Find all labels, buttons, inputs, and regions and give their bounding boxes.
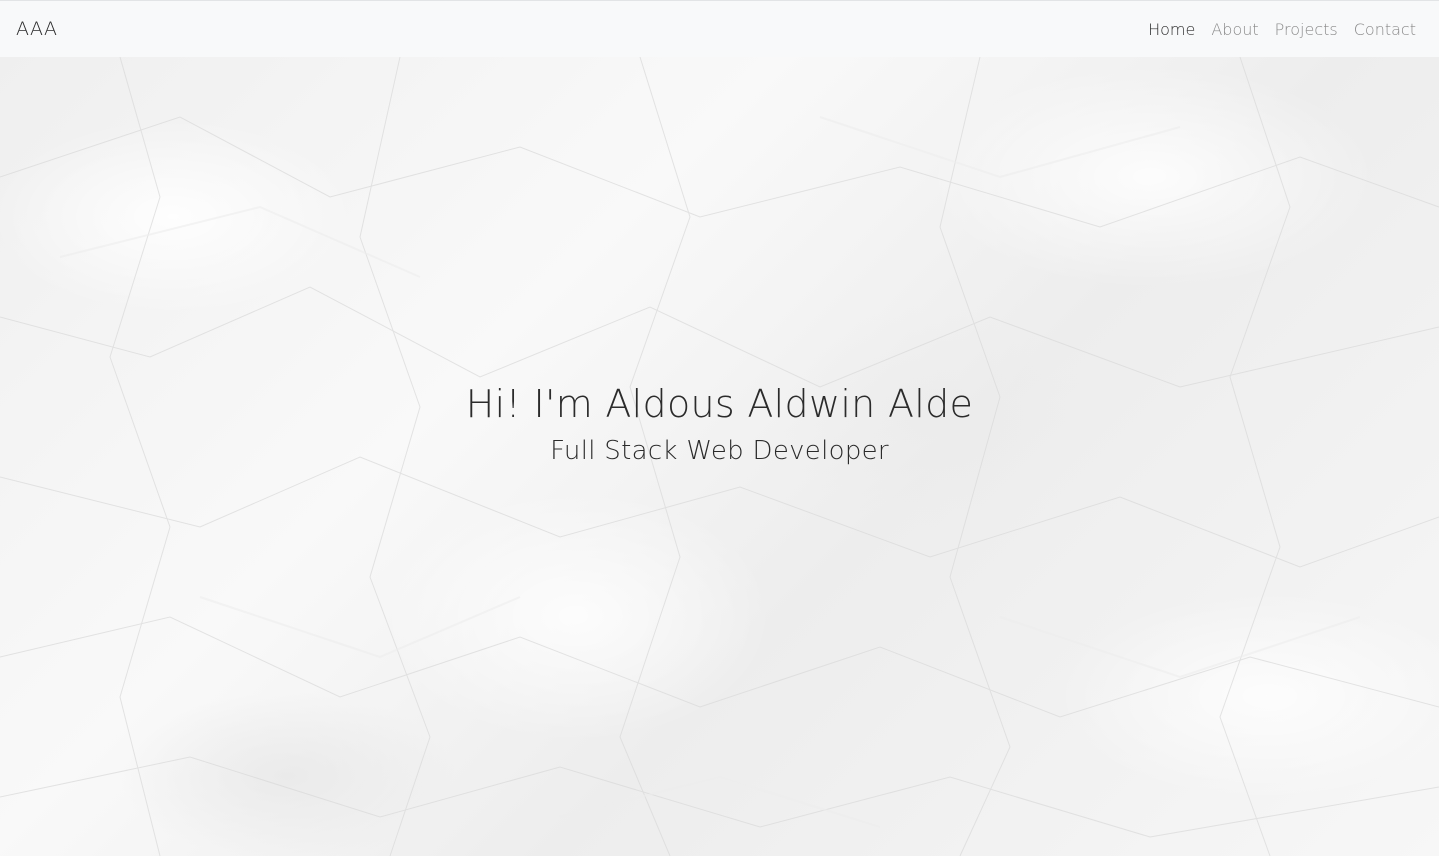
page: AAA Home About Projects Contact Hi! I'm … [0,0,1439,856]
nav-link-projects[interactable]: Projects [1267,20,1346,39]
hero-title: Hi! I'm Aldous Aldwin Alde [465,382,974,426]
navbar: AAA Home About Projects Contact [0,0,1439,57]
hero-content: Hi! I'm Aldous Aldwin Alde Full Stack We… [0,380,1439,474]
brand-logo[interactable]: AAA [16,18,58,40]
nav-link-home[interactable]: Home [1140,20,1203,39]
hero-section: Hi! I'm Aldous Aldwin Alde Full Stack We… [0,57,1439,856]
nav-link-about[interactable]: About [1203,20,1266,39]
nav-links: Home About Projects Contact [1140,20,1423,39]
hero-subtitle: Full Stack Web Developer [550,436,889,466]
nav-link-contact[interactable]: Contact [1346,20,1423,39]
